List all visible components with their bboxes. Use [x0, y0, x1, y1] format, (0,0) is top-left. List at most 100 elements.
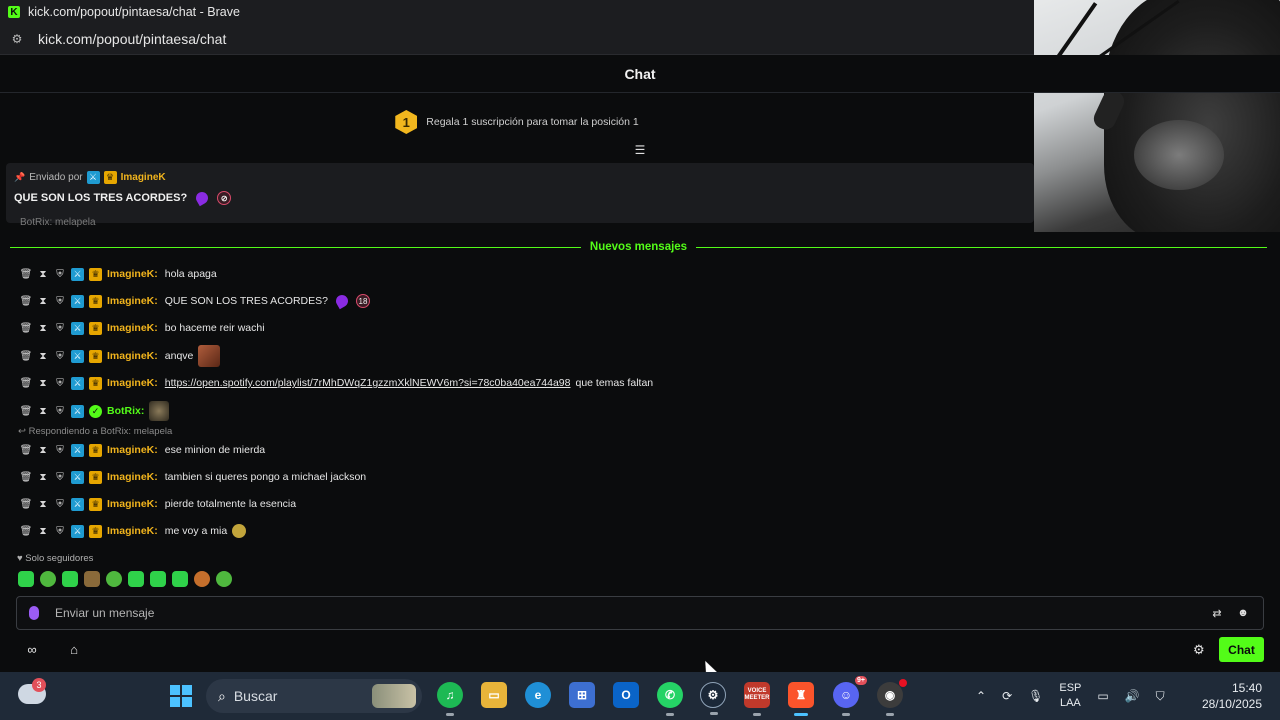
delete-icon[interactable]: 🗑	[20, 525, 33, 537]
timeout-icon[interactable]: ⧗	[37, 268, 49, 280]
timeout-icon[interactable]: ⧗	[37, 405, 49, 417]
emote-icon[interactable]	[18, 571, 34, 587]
ban-icon[interactable]: ⛨	[54, 498, 66, 510]
message-username[interactable]: ImagineK:	[107, 268, 158, 280]
whatsapp-icon[interactable]: ✆	[657, 682, 683, 716]
emote-icon[interactable]	[216, 571, 232, 587]
message-username[interactable]: ImagineK:	[107, 525, 158, 537]
ban-icon[interactable]: ⛨	[54, 377, 66, 389]
timeout-icon[interactable]: ⧗	[37, 525, 49, 537]
delete-icon[interactable]: 🗑	[20, 295, 33, 307]
delete-icon[interactable]: 🗑	[20, 350, 33, 362]
keyboard-layout: LAA	[1059, 697, 1081, 709]
emote-icon[interactable]	[62, 571, 78, 587]
ban-icon[interactable]: ⛨	[54, 405, 66, 417]
site-settings-icon[interactable]: ⚙	[10, 32, 24, 46]
send-chat-button[interactable]: Chat	[1219, 637, 1264, 662]
outlook-icon[interactable]: O	[613, 682, 639, 708]
delete-icon[interactable]: 🗑	[20, 377, 33, 389]
store-icon[interactable]: ⌂	[62, 642, 86, 657]
ban-icon[interactable]: ⛨	[54, 268, 66, 280]
brave-icon[interactable]: ♜	[788, 682, 814, 716]
timeout-icon[interactable]: ⧗	[37, 322, 49, 334]
pinned-username[interactable]: ImagineK	[121, 172, 166, 183]
message-link[interactable]: https://open.spotify.com/playlist/7rMhDW…	[165, 377, 571, 389]
bot-emote-icon[interactable]	[149, 401, 170, 421]
file-explorer-icon[interactable]: ▭	[481, 682, 507, 708]
start-menu-icon[interactable]	[170, 685, 192, 707]
show-hidden-icons-icon[interactable]: ⌃	[976, 689, 986, 703]
message-username[interactable]: ImagineK:	[107, 295, 158, 307]
url-text[interactable]: kick.com/popout/pintaesa/chat	[38, 31, 226, 47]
delete-icon[interactable]: 🗑	[20, 268, 33, 280]
reply-context[interactable]: ↩ Respondiendo a BotRix: melapela	[18, 426, 172, 437]
timeout-icon[interactable]: ⧗	[37, 444, 49, 456]
crown-badge-icon: ♛	[103, 171, 117, 184]
kick-points-icon[interactable]: ∞	[20, 642, 44, 657]
edge-icon[interactable]: e	[525, 682, 551, 708]
emote-icon[interactable]	[128, 571, 144, 587]
message-text: bo haceme reir wachi	[164, 322, 265, 334]
message-username[interactable]: ImagineK:	[107, 350, 158, 362]
delete-icon[interactable]: 🗑	[20, 471, 33, 483]
delete-icon[interactable]: 🗑	[20, 444, 33, 456]
sync-icon[interactable]: ⟳	[1002, 689, 1012, 703]
minion-emote-icon[interactable]	[232, 524, 247, 538]
collapse-pinned-icon[interactable]: ☰	[633, 143, 647, 157]
security-icon[interactable]: ⛉	[1156, 689, 1165, 704]
message-username[interactable]: ImagineK:	[107, 377, 158, 389]
message-username[interactable]: BotRix:	[107, 405, 144, 417]
language-indicator[interactable]: ESP LAA	[1059, 681, 1081, 711]
gift-leaderboard[interactable]: 1 Regala 1 suscripción para tomar la pos…	[0, 94, 1034, 150]
ban-icon[interactable]: ⛨	[54, 525, 66, 537]
ban-icon[interactable]: ⛨	[54, 471, 66, 483]
volume-icon[interactable]: 🔊	[1125, 689, 1140, 703]
delete-icon[interactable]: 🗑	[20, 405, 33, 417]
obs-icon[interactable]: ◉	[877, 679, 907, 716]
emoji-picker-icon[interactable]: ☻	[1235, 605, 1251, 621]
timeout-icon[interactable]: ⧗	[37, 377, 49, 389]
pin-icon: 📌	[14, 172, 26, 182]
message-input[interactable]	[55, 606, 1199, 620]
weather-widget-icon[interactable]: 3	[18, 678, 46, 704]
microsoft-store-icon[interactable]: ⊞	[569, 682, 595, 708]
emote-icon[interactable]	[150, 571, 166, 587]
emote-icon[interactable]	[84, 571, 100, 587]
delete-icon[interactable]: 🗑	[20, 322, 33, 334]
voicemeeter-icon[interactable]: VOICE MEETER	[744, 682, 770, 716]
emote-icon[interactable]	[194, 571, 210, 587]
address-bar[interactable]: ⚙ kick.com/popout/pintaesa/chat	[0, 24, 1034, 55]
taskbar-clock[interactable]: 15:40 28/10/2025	[1200, 680, 1262, 712]
timeout-icon[interactable]: ⧗	[37, 471, 49, 483]
system-tray: ⌃ ⟳ 🎙 ESP LAA ▭ 🔊 ⛉	[976, 672, 1165, 720]
translate-icon[interactable]: ⇄	[1209, 605, 1225, 621]
network-icon[interactable]: ▭	[1097, 689, 1108, 703]
message-username[interactable]: ImagineK:	[107, 444, 158, 456]
timeout-icon[interactable]: ⧗	[37, 498, 49, 510]
message-username[interactable]: ImagineK:	[107, 498, 158, 510]
message-username[interactable]: ImagineK:	[107, 471, 158, 483]
microphone-icon[interactable]	[29, 606, 39, 620]
windows-taskbar: 3 ⌕ Buscar ♫ ▭ e ⊞ O ✆ ⚙ VOICE MEETER ♜ …	[0, 672, 1280, 720]
message-input-box[interactable]: ⇄ ☻	[16, 596, 1264, 630]
discord-icon[interactable]: ☺ 9+	[833, 676, 867, 716]
face-emote-icon[interactable]	[198, 345, 221, 367]
message-username[interactable]: ImagineK:	[107, 322, 158, 334]
taskbar-search[interactable]: ⌕ Buscar	[206, 679, 422, 713]
timeout-icon[interactable]: ⧗	[37, 350, 49, 362]
spotify-icon[interactable]: ♫	[437, 682, 463, 716]
search-icon: ⌕	[218, 687, 226, 704]
emote-icon[interactable]	[172, 571, 188, 587]
steam-icon[interactable]: ⚙	[700, 682, 726, 715]
ban-icon[interactable]: ⛨	[54, 295, 66, 307]
ban-icon[interactable]: ⛨	[54, 350, 66, 362]
ban-icon[interactable]: ⛨	[54, 444, 66, 456]
microphone-tray-icon[interactable]: 🎙	[1028, 689, 1043, 703]
chat-settings-icon[interactable]: ⚙	[1193, 642, 1205, 658]
emote-icon[interactable]	[106, 571, 122, 587]
timeout-icon[interactable]: ⧗	[37, 295, 49, 307]
emote-icon[interactable]	[40, 571, 56, 587]
ban-icon[interactable]: ⛨	[54, 322, 66, 334]
delete-icon[interactable]: 🗑	[20, 498, 33, 510]
age-badge: 18	[355, 294, 370, 308]
